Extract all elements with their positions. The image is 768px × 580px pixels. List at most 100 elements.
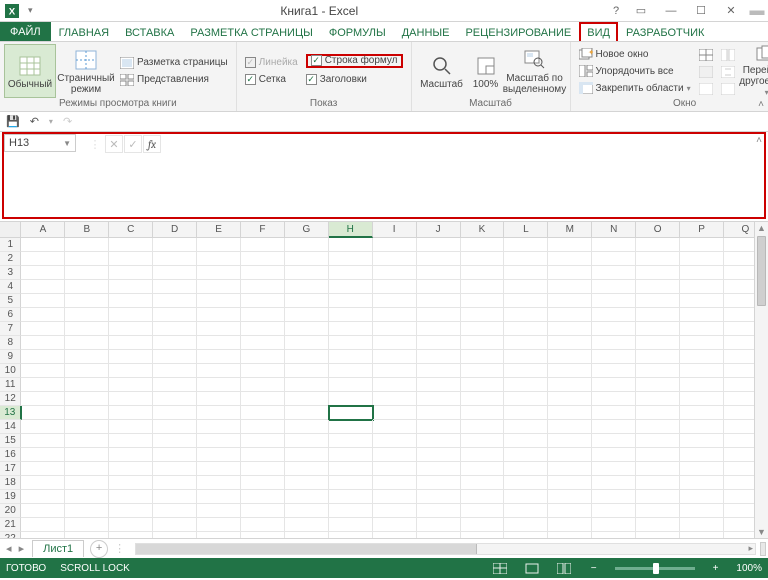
cell[interactable]	[373, 336, 417, 350]
cell[interactable]	[373, 322, 417, 336]
cell[interactable]	[197, 378, 241, 392]
zoom-slider-knob[interactable]	[653, 563, 659, 574]
column-header[interactable]: A	[21, 222, 65, 237]
cell[interactable]	[680, 406, 724, 420]
cell[interactable]	[21, 434, 65, 448]
cell[interactable]	[241, 434, 285, 448]
redo-button[interactable]: ↷	[63, 115, 72, 128]
cell[interactable]	[241, 490, 285, 504]
view-custom-views-button[interactable]: Представления	[120, 73, 228, 87]
cell[interactable]	[285, 462, 329, 476]
cell[interactable]	[680, 392, 724, 406]
cell[interactable]	[548, 448, 592, 462]
row-header[interactable]: 17	[0, 462, 21, 476]
cell[interactable]	[680, 280, 724, 294]
tab-file[interactable]: ФАЙЛ	[0, 22, 51, 41]
cell[interactable]	[417, 490, 461, 504]
cell[interactable]	[285, 406, 329, 420]
hide-button[interactable]	[699, 65, 713, 79]
cell[interactable]	[197, 252, 241, 266]
cell[interactable]	[285, 532, 329, 538]
zoom-to-selection-button[interactable]: Масштаб по выделенному	[504, 44, 566, 98]
cell[interactable]	[461, 252, 505, 266]
cell[interactable]	[21, 322, 65, 336]
cell[interactable]	[241, 504, 285, 518]
cell[interactable]	[680, 448, 724, 462]
cell[interactable]	[680, 308, 724, 322]
cell[interactable]	[417, 322, 461, 336]
cell[interactable]	[548, 280, 592, 294]
cell[interactable]	[329, 476, 373, 490]
cell[interactable]	[461, 406, 505, 420]
cell[interactable]	[461, 294, 505, 308]
cell[interactable]	[504, 322, 548, 336]
cell[interactable]	[636, 378, 680, 392]
cell[interactable]	[197, 504, 241, 518]
cell[interactable]	[241, 378, 285, 392]
row-header[interactable]: 5	[0, 294, 21, 308]
column-header[interactable]: E	[197, 222, 241, 237]
cell[interactable]	[636, 518, 680, 532]
account-icon[interactable]: ▬	[746, 2, 768, 19]
cell[interactable]	[417, 308, 461, 322]
cell[interactable]	[197, 266, 241, 280]
cell[interactable]	[197, 392, 241, 406]
cell[interactable]	[109, 350, 153, 364]
cell[interactable]	[153, 252, 197, 266]
cell[interactable]	[680, 350, 724, 364]
cell[interactable]	[285, 238, 329, 252]
cell[interactable]	[109, 518, 153, 532]
cell[interactable]	[548, 252, 592, 266]
cell[interactable]	[592, 350, 636, 364]
cell[interactable]	[22, 406, 66, 420]
cell[interactable]	[153, 308, 197, 322]
cell[interactable]	[21, 294, 65, 308]
cell[interactable]	[241, 266, 285, 280]
tab-home[interactable]: ГЛАВНАЯ	[51, 22, 117, 41]
cell[interactable]	[373, 294, 417, 308]
zoom-100-button[interactable]: 100%	[468, 44, 504, 98]
cell[interactable]	[592, 448, 636, 462]
cell[interactable]	[65, 308, 109, 322]
cell[interactable]	[65, 294, 109, 308]
row-header[interactable]: 11	[0, 378, 21, 392]
cell[interactable]	[285, 434, 329, 448]
tab-review[interactable]: РЕЦЕНЗИРОВАНИЕ	[457, 22, 579, 41]
cell[interactable]	[373, 392, 417, 406]
tab-view[interactable]: ВИД	[579, 22, 618, 41]
cell[interactable]	[109, 378, 153, 392]
cell[interactable]	[329, 280, 373, 294]
column-header[interactable]: C	[109, 222, 153, 237]
checkbox-headings[interactable]: ✓Заголовки	[306, 73, 403, 87]
cell[interactable]	[504, 238, 548, 252]
column-header[interactable]: J	[417, 222, 461, 237]
cell[interactable]	[373, 434, 417, 448]
column-header[interactable]: P	[680, 222, 724, 237]
cell[interactable]	[636, 434, 680, 448]
cell[interactable]	[197, 490, 241, 504]
cell[interactable]	[636, 448, 680, 462]
cell[interactable]	[636, 322, 680, 336]
cell[interactable]	[65, 448, 109, 462]
cell[interactable]	[680, 238, 724, 252]
cell[interactable]	[548, 518, 592, 532]
cell[interactable]	[109, 364, 153, 378]
row-header[interactable]: 7	[0, 322, 21, 336]
scrollbar-thumb[interactable]	[757, 236, 766, 306]
cell[interactable]	[109, 238, 153, 252]
row-header[interactable]: 8	[0, 336, 21, 350]
cell[interactable]	[461, 238, 505, 252]
column-header[interactable]: H	[329, 222, 373, 238]
sync-scroll-button[interactable]	[721, 65, 735, 79]
cell[interactable]	[373, 350, 417, 364]
cell[interactable]	[329, 266, 373, 280]
cell[interactable]	[109, 504, 153, 518]
cell[interactable]	[65, 504, 109, 518]
cell[interactable]	[285, 518, 329, 532]
cell[interactable]	[636, 266, 680, 280]
cell[interactable]	[21, 280, 65, 294]
cell[interactable]	[285, 476, 329, 490]
cell[interactable]	[65, 406, 109, 420]
cell[interactable]	[21, 504, 65, 518]
cell[interactable]	[329, 308, 373, 322]
